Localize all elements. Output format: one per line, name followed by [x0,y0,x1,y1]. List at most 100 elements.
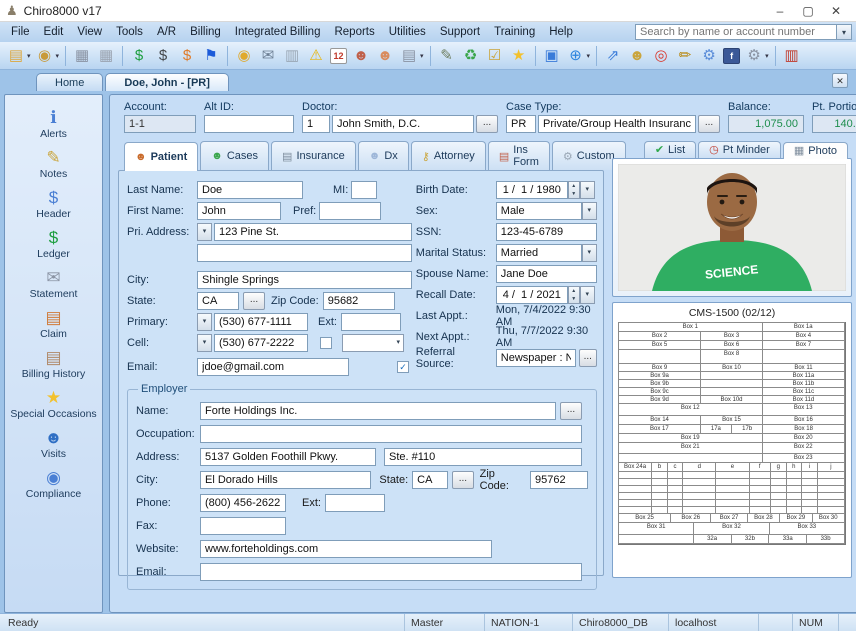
case-code-field[interactable] [506,115,536,133]
dropdown-caret-icon[interactable]: ▾ [587,52,591,60]
fax-field[interactable] [200,517,286,535]
tab-dx[interactable]: ☻Dx [358,141,409,170]
add-new-icon[interactable]: ⊕▾ [564,44,593,68]
recall-date-spinner[interactable]: ▲▼ [568,286,580,304]
tools-icon[interactable]: ⚙▾ [742,44,771,68]
tab-photo[interactable]: ▦Photo [783,142,848,159]
referral-source-field[interactable] [496,349,576,367]
dropdown-caret-icon[interactable]: ▾ [420,52,424,60]
sidebar-item-statement[interactable]: ✉Statement [6,265,101,303]
doctor-lookup-button[interactable]: ... [476,115,498,133]
address-type-dropdown[interactable]: ▾ [197,223,212,241]
primary-phone-dropdown[interactable]: ▾ [197,313,212,331]
tab-close-button[interactable]: ✕ [832,73,848,88]
employer-city-field[interactable] [200,471,371,489]
email-checkbox[interactable]: ✓ [397,361,409,373]
ssn-field[interactable] [496,223,597,241]
dropdown-caret-icon[interactable]: ▾ [765,52,769,60]
calendar-icon[interactable]: 12 [328,44,349,68]
sidebar-item-special-occasions[interactable]: ★Special Occasions [6,385,101,423]
payment-coin-icon[interactable]: ◉ [232,44,256,68]
menu-training[interactable]: Training [487,24,542,40]
tab-ins-form[interactable]: ▤Ins Form [488,141,550,170]
database-icon[interactable]: ▥ [780,44,804,68]
employer-address2-field[interactable] [384,448,582,466]
sidebar-item-visits[interactable]: ☻Visits [6,425,101,463]
file-cabinet-icon[interactable]: ▥ [280,44,304,68]
website-field[interactable] [200,540,492,558]
open-patient-icon[interactable]: ▤▾ [4,44,33,68]
case-name-field[interactable] [538,115,696,133]
verify-check-icon[interactable]: ☑ [483,44,507,68]
tab-cases[interactable]: ☻Cases [200,141,269,170]
pref-field[interactable] [319,202,381,220]
tab-attorney[interactable]: ⚷Attorney [411,141,486,170]
mi-field[interactable] [351,181,377,199]
city-field[interactable] [197,271,412,289]
window-settings-icon[interactable]: ⚙ [697,44,721,68]
sidebar-item-header[interactable]: $Header [6,185,101,223]
birth-date-spinner[interactable]: ▲▼ [568,181,580,199]
menu-reports[interactable]: Reports [327,24,381,40]
sidebar-item-notes[interactable]: ✎Notes [6,145,101,183]
menu-tools[interactable]: Tools [109,24,150,40]
employer-phone-field[interactable] [200,494,286,512]
email-field[interactable] [197,358,349,376]
search-input[interactable] [635,24,837,40]
dropdown-caret-icon[interactable]: ▾ [56,52,60,60]
reports-chart-icon[interactable]: ⇗ [601,44,625,68]
first-name-field[interactable] [197,202,281,220]
flag-icon[interactable]: ⚑ [199,44,223,68]
menu-a-r[interactable]: A/R [150,24,183,40]
save-icon[interactable]: ▦ [70,44,94,68]
transactions-dollar-icon[interactable]: $ [151,44,175,68]
employer-zip-field[interactable] [530,471,588,489]
spouse-name-field[interactable] [496,265,597,283]
special-star-icon[interactable]: ★ [507,44,531,68]
menu-view[interactable]: View [70,24,109,40]
blocks-icon[interactable]: ▣ [540,44,564,68]
pri-address-field[interactable] [214,223,412,241]
close-button[interactable]: ✕ [822,4,850,18]
maximize-button[interactable]: ▢ [794,4,822,18]
menu-help[interactable]: Help [542,24,580,40]
sidebar-item-ledger[interactable]: $Ledger [6,225,101,263]
recycle-refresh-icon[interactable]: ♻ [459,44,483,68]
employer-ext-field[interactable] [325,494,385,512]
tab-patient[interactable]: ☻Patient [124,142,198,171]
cms-1500-preview[interactable]: CMS-1500 (02/12) Box 1Box 1aBox 2Box 3Bo… [612,302,852,578]
employer-address-field[interactable] [200,448,376,466]
birth-date-field[interactable] [496,181,568,199]
alt-id-field[interactable] [204,115,294,133]
marital-status-combo[interactable] [496,244,582,262]
employer-email-field[interactable] [200,563,582,581]
case-lookup-button[interactable]: ... [698,115,720,133]
address-book-icon[interactable]: ▤▾ [397,44,426,68]
find-patient-icon[interactable]: ◉▾ [33,44,62,68]
minimize-button[interactable]: – [766,4,794,18]
statement-dollar-icon[interactable]: $ [175,44,199,68]
recall-date-field[interactable] [496,286,568,304]
state-field[interactable] [197,292,239,310]
recall-date-calendar-dropdown[interactable]: ▾ [580,286,595,304]
birth-date-calendar-dropdown[interactable]: ▾ [580,181,595,199]
sidebar-item-claim[interactable]: ▤Claim [6,305,101,343]
collections-icon[interactable]: ☻ [625,44,649,68]
mail-server-icon[interactable]: ✉ [256,44,280,68]
employer-state-lookup-button[interactable]: ... [452,471,473,489]
tab-pt-minder[interactable]: ◷Pt Minder [698,141,781,158]
patients-group-icon[interactable]: ☻ [349,44,373,68]
account-field[interactable] [124,115,196,133]
doc-tab-home[interactable]: Home [36,73,103,91]
menu-edit[interactable]: Edit [37,24,71,40]
employer-name-field[interactable] [200,402,556,420]
tab-insurance[interactable]: ▤Insurance [271,141,356,170]
cell-checkbox[interactable] [320,337,332,349]
state-lookup-button[interactable]: ... [243,292,265,310]
ledger-dollar-icon[interactable]: $ [127,44,151,68]
sex-combo[interactable] [496,202,582,220]
patient-contact-icon[interactable]: ☻ [373,44,397,68]
occupation-field[interactable] [200,425,582,443]
employer-state-field[interactable] [412,471,448,489]
employer-lookup-button[interactable]: ... [560,402,582,420]
